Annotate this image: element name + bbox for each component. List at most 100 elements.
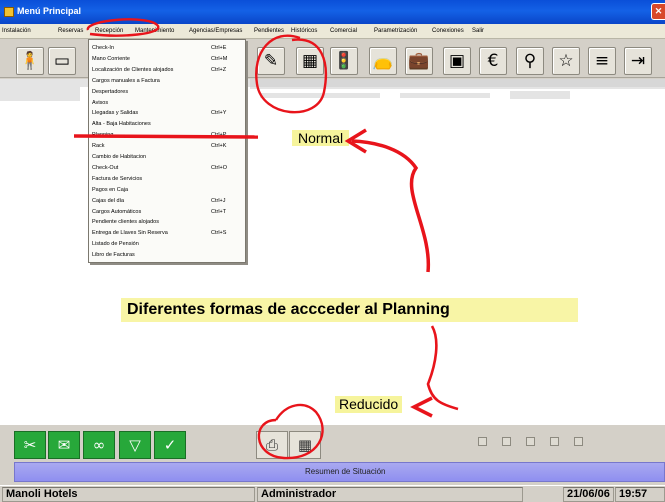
window-title: Menú Principal xyxy=(17,6,82,16)
menu-item[interactable]: Parametrización xyxy=(374,28,417,34)
recepcion-menu-item[interactable]: Cajas del día Ctrl+J xyxy=(89,197,247,206)
recepcion-dropdown-menu: Check-In Ctrl+E Mano Corriente Ctrl+M Locali… xyxy=(88,39,246,263)
menu-item-shortcut: Ctrl+Z xyxy=(211,66,227,73)
mail-button[interactable]: ✉ xyxy=(48,431,80,459)
calendar-button[interactable]: ▣ xyxy=(443,47,471,75)
recepcion-menu-item[interactable]: Check-Out Ctrl+O xyxy=(89,164,247,173)
summary-band-label: Resumen de Situación xyxy=(305,467,386,476)
menu-item-label: Alta - Baja Habitaciones xyxy=(92,121,151,128)
menu-item-label: Cargos Automáticos xyxy=(92,208,142,215)
status-checkbox[interactable] xyxy=(526,437,535,446)
status-checkbox[interactable] xyxy=(574,437,583,446)
triangle-down-button[interactable]: ▽ xyxy=(119,431,151,459)
pencil-button[interactable]: ✎ xyxy=(257,47,285,75)
picture-button[interactable]: ▭ xyxy=(48,47,76,75)
recepcion-menu-item[interactable]: Libro de Facturas xyxy=(89,251,247,260)
receptionist-button[interactable]: 🧍 xyxy=(16,47,44,75)
user-name: Administrador xyxy=(257,487,523,502)
status-bar: Manoli Hotels Administrador 21/06/06 19:… xyxy=(0,485,665,502)
recepcion-menu-item[interactable]: Cargos manuales a Factura xyxy=(89,77,247,86)
scissors-button[interactable]: ✂ xyxy=(14,431,46,459)
recepcion-menu-item[interactable]: Rack Ctrl+K xyxy=(89,142,247,151)
close-button[interactable]: ✕ xyxy=(651,3,665,20)
bag-button[interactable]: 👝 xyxy=(369,47,397,75)
planning-grid-button[interactable]: ▦ xyxy=(289,431,321,459)
menu-item[interactable]: Conexiones xyxy=(432,28,464,34)
normal-callout: Normal xyxy=(292,130,350,146)
planning-grid-icon: ▦ xyxy=(301,51,319,71)
menu-item[interactable]: Mantenimiento xyxy=(135,28,174,34)
recepcion-menu-item[interactable]: Llegadas y Salidas Ctrl+Y xyxy=(89,109,247,118)
menu-item[interactable]: Pendientes xyxy=(254,28,284,34)
binoculars-button[interactable]: ∞ xyxy=(83,431,115,459)
briefcase-button[interactable]: 💼 xyxy=(405,47,433,75)
menu-item-label: Cargos manuales a Factura xyxy=(92,77,160,84)
status-checkbox[interactable] xyxy=(550,437,559,446)
menu-item-label: Llegadas y Salidas xyxy=(92,110,139,117)
menu-item-label: Check-In xyxy=(92,45,115,51)
triangle-down-icon: ▽ xyxy=(129,436,141,454)
document-icon: ≡ xyxy=(594,51,610,71)
recepcion-menu-item[interactable]: Cambio de Habitacion xyxy=(89,153,247,162)
scissors-icon: ✂ xyxy=(23,436,37,454)
summary-band[interactable]: Resumen de Situación xyxy=(14,462,665,482)
recepcion-menu-item[interactable]: Cargos Automáticos Ctrl+T xyxy=(89,208,247,217)
recepcion-menu-item[interactable]: Alta - Baja Habitaciones xyxy=(89,120,247,129)
euro-icon: € xyxy=(487,51,499,71)
recepcion-menu-item[interactable]: Avisos xyxy=(89,99,247,108)
recepcion-menu-item[interactable]: Pagos en Caja xyxy=(89,186,247,195)
recepcion-menu-item[interactable]: Entrega de Llaves Sin Reserva Ctrl+S xyxy=(89,229,247,238)
app-icon xyxy=(4,7,14,17)
star-button[interactable]: ☆ xyxy=(552,47,580,75)
euro-button[interactable]: € xyxy=(479,47,507,75)
menu-item-shortcut: Ctrl+J xyxy=(211,197,226,204)
menu-item[interactable]: Históricos xyxy=(291,28,317,34)
check-button[interactable]: ✓ xyxy=(154,431,186,459)
traffic-light-button[interactable]: 🚦 xyxy=(330,47,358,75)
printer-button[interactable]: ⎙ xyxy=(256,431,288,459)
menu-item-label: Rack xyxy=(92,143,105,150)
recepcion-menu-item[interactable]: Factura de Servicios xyxy=(89,175,247,184)
recepcion-menu-item[interactable]: Localización de Clientes alojados Ctrl+Z xyxy=(89,66,247,75)
status-time: 19:57 xyxy=(615,487,665,502)
bottom-toolbar: ✂ ✉ ∞ ▽ ✓ ⎙ ▦ xyxy=(14,431,324,460)
tap-icon: ⚲ xyxy=(523,51,537,71)
menu-item-label: Libro de Facturas xyxy=(92,252,135,259)
menu-item[interactable]: Recepción xyxy=(95,28,123,34)
binoculars-icon: ∞ xyxy=(92,436,106,454)
planning-grid-icon: ▦ xyxy=(297,436,313,454)
menu-item-shortcut: Ctrl+M xyxy=(211,55,228,62)
menu-item-label: Despertadores xyxy=(92,88,129,95)
document-button[interactable]: ≡ xyxy=(588,47,616,75)
menu-item[interactable]: Reservas xyxy=(58,28,83,34)
recepcion-menu-item[interactable]: Pendiente clientes alojados xyxy=(89,218,247,227)
recepcion-menu-item[interactable]: Check-In Ctrl+E xyxy=(89,44,247,53)
planning-grid-button[interactable]: ▦ xyxy=(296,47,324,75)
receptionist-icon: 🧍 xyxy=(19,51,41,71)
menu-item[interactable]: Instalación xyxy=(2,28,31,34)
menu-item-label: Pendiente clientes alojados xyxy=(92,219,159,226)
status-checkbox[interactable] xyxy=(502,437,511,446)
menu-item-shortcut: Ctrl+Y xyxy=(211,110,227,117)
menu-item[interactable]: Comercial xyxy=(330,28,357,34)
recepcion-menu-item[interactable]: Mano Corriente Ctrl+M xyxy=(89,55,247,64)
recepcion-menu-item[interactable]: Planning Ctrl+P xyxy=(89,131,247,140)
menu-item-label: Factura de Servicios xyxy=(92,175,143,182)
menu-item-label: Cajas del día xyxy=(92,197,125,204)
check-icon: ✓ xyxy=(163,436,177,454)
menu-item[interactable]: Agencias/Empresas xyxy=(189,28,242,34)
menu-item-shortcut: Ctrl+K xyxy=(211,143,227,150)
exit-button[interactable]: ⇥ xyxy=(624,47,652,75)
menu-item-label: Listado de Pensión xyxy=(92,241,139,248)
menu-item-label: Localización de Clientes alojados xyxy=(92,66,174,73)
recepcion-menu-item[interactable]: Listado de Pensión xyxy=(89,240,247,249)
exit-icon: ⇥ xyxy=(630,51,646,71)
menu-item[interactable]: Salir xyxy=(472,28,484,34)
tap-button[interactable]: ⚲ xyxy=(516,47,544,75)
menu-item-shortcut: Ctrl+T xyxy=(211,208,227,215)
calendar-icon: ▣ xyxy=(448,51,466,71)
title-bar: Menú Principal ✕ xyxy=(0,0,665,24)
recepcion-menu-item[interactable]: Despertadores xyxy=(89,88,247,97)
status-checkbox[interactable] xyxy=(478,437,487,446)
main-menu-window: Menú Principal ✕ Instalación Reservas Rece… xyxy=(0,0,665,502)
